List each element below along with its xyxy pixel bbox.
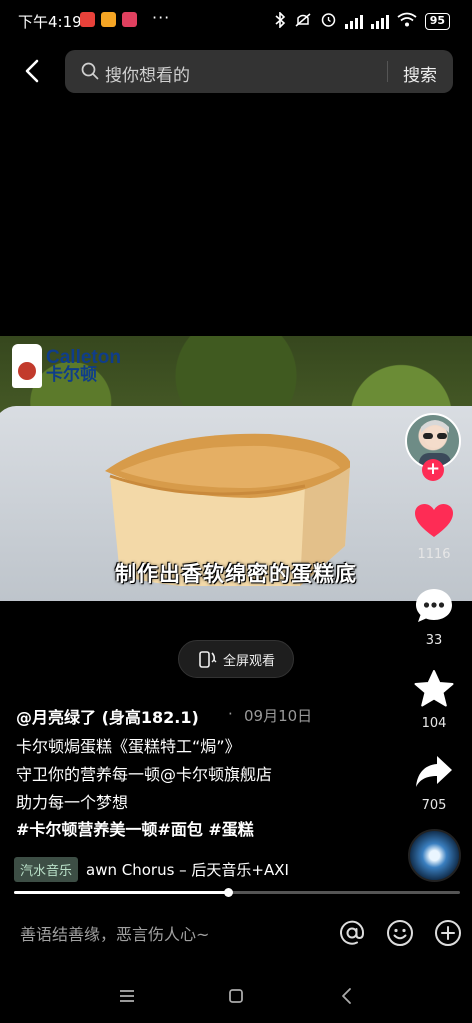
favorite-count: 104	[421, 716, 447, 731]
emoji-button[interactable]	[386, 919, 414, 947]
comment-bar: 善语结善缘，恶言伤人心~	[0, 905, 472, 960]
search-bar[interactable]: 搜你想看的 搜索	[65, 50, 453, 93]
add-button[interactable]	[434, 919, 462, 947]
like-count: 1116	[417, 547, 451, 562]
back-button[interactable]	[20, 58, 46, 84]
progress-handle[interactable]	[224, 888, 234, 897]
music-app-tag[interactable]: 汽水音乐	[14, 857, 79, 882]
menu-icon	[120, 990, 134, 1002]
home-button[interactable]	[225, 985, 247, 1007]
video-progress-bar[interactable]	[14, 888, 460, 897]
progress-fill	[14, 891, 229, 894]
music-title[interactable]: awn Chorus – 后天音乐+AXI	[86, 859, 296, 880]
signal-icon	[344, 14, 363, 29]
back-nav-button[interactable]	[336, 985, 358, 1007]
author-name[interactable]: @月亮绿了 (身高182.1)	[16, 704, 199, 728]
app-notification-icon	[80, 12, 95, 27]
post-date: 09月10日	[244, 707, 313, 725]
description-line: 助力每一个梦想	[16, 793, 129, 812]
status-time: 下午4:19	[18, 13, 82, 31]
plus-circle-icon	[435, 920, 461, 946]
comment-input[interactable]: 善语结善缘，恶言伤人心~	[20, 921, 209, 945]
emoji-icon	[387, 920, 413, 946]
mute-icon	[294, 12, 312, 32]
video-player[interactable]: Calleton 卡尔顿 制作出香软绵密的蛋糕底	[0, 336, 472, 601]
fullscreen-button[interactable]: 全屏观看	[178, 640, 294, 678]
logo-text-cn: 卡尔顿	[46, 365, 97, 385]
chevron-left-icon	[342, 988, 351, 1004]
search-button[interactable]: 搜索	[403, 61, 437, 86]
share-icon	[416, 756, 452, 787]
video-subtitle: 制作出香软绵密的蛋糕底	[115, 561, 357, 586]
alarm-icon	[320, 11, 337, 32]
like-button[interactable]: 1116	[404, 503, 464, 562]
share-button[interactable]: 705	[404, 754, 464, 813]
comment-icon	[416, 589, 452, 622]
app-notification-icon	[122, 12, 137, 27]
comment-button[interactable]: 33	[404, 587, 464, 648]
signal-icon	[370, 14, 389, 29]
favorite-button[interactable]: 104	[404, 670, 464, 731]
music-row[interactable]: 汽水音乐 awn Chorus – 后天音乐+AXI	[14, 857, 296, 882]
chef-logo-icon	[12, 344, 42, 388]
at-icon	[340, 920, 365, 945]
search-input[interactable]: 搜你想看的	[105, 61, 190, 86]
wifi-icon	[397, 12, 417, 31]
fullscreen-label: 全屏观看	[222, 653, 275, 669]
notification-icons	[80, 12, 137, 27]
heart-icon	[415, 504, 453, 537]
system-nav-bar	[0, 975, 472, 1015]
app-notification-icon	[101, 12, 116, 27]
follow-button[interactable]: +	[422, 459, 444, 481]
status-bar: 下午4:19 ··· 95	[0, 0, 472, 42]
description-line: 卡尔顿焗蛋糕《蛋糕特工“焗”》	[16, 737, 241, 756]
comment-count: 33	[425, 633, 443, 648]
menu-button[interactable]	[116, 985, 138, 1007]
divider	[387, 61, 388, 82]
rotate-screen-icon	[199, 651, 217, 668]
chevron-left-icon	[25, 59, 39, 83]
music-disc[interactable]	[408, 829, 461, 882]
more-notifications-icon: ···	[152, 8, 171, 27]
search-icon	[81, 62, 99, 84]
home-square-icon	[229, 989, 243, 1003]
hashtags[interactable]: #卡尔顿营养美一顿#面包 #蛋糕	[16, 820, 396, 840]
description-line: 守卫你的营养每一顿@卡尔顿旗舰店	[16, 765, 273, 784]
date-separator: ·	[228, 705, 233, 723]
star-icon	[414, 670, 454, 707]
bluetooth-icon	[274, 10, 286, 32]
battery-indicator: 95	[424, 13, 450, 30]
brand-logo: Calleton 卡尔顿	[12, 344, 121, 388]
share-count: 705	[421, 798, 447, 813]
mention-button[interactable]	[338, 919, 366, 947]
